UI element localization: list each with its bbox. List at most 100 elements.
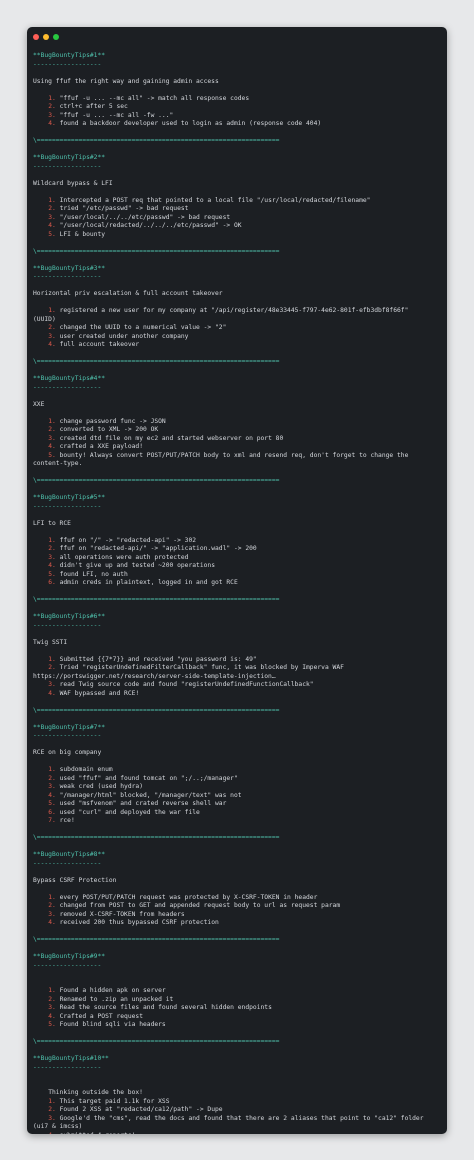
section-title: LFI to RCE <box>33 519 71 527</box>
list-item: 4. received 200 thus bypassed CSRF prote… <box>33 919 443 928</box>
list-text: "ffuf -u ... --mc all -fw ..." <box>59 111 174 119</box>
tip-heading: **BugBountyTips#8** <box>33 851 106 858</box>
section-separator: \=======================================… <box>33 1038 280 1045</box>
close-button[interactable] <box>33 34 39 40</box>
list-number: 5. <box>48 230 56 238</box>
list-text: tried "/etc/passwd" -> bad request <box>59 205 189 212</box>
list-number: 4. <box>48 1012 56 1020</box>
tip-heading: **BugBountyTips#7** <box>33 723 106 731</box>
list-number: 4. <box>48 222 56 229</box>
dash-underline: ------------------ <box>33 273 102 280</box>
list-item: 4. crafted a XXE payload! <box>33 443 443 452</box>
list-item: 2. used "ffuf" and found tomcat on ";/..… <box>33 775 443 784</box>
tip-heading: **BugBountyTips#6** <box>33 613 106 620</box>
list-item: 1. Submitted {{7*7}} and received "you p… <box>33 656 443 665</box>
list-number: 3. <box>48 1004 56 1011</box>
list-number: 3. <box>48 434 56 442</box>
list-item: 4. "/user/local/redacted/../../../etc/pa… <box>33 222 443 231</box>
list-number: 4. <box>48 1132 56 1135</box>
list-text: "/user/local/../../etc/passwd" -> bad re… <box>59 213 231 221</box>
section-title: Horizontal priv escalation & full accoun… <box>33 290 223 297</box>
list-number: 2. <box>48 324 56 331</box>
list-text: didn't give up and tested ~200 operation… <box>59 562 216 569</box>
list-number: 3. <box>48 910 56 918</box>
list-number: 3. <box>48 553 56 561</box>
list-text: ctrl+c after 5 sec <box>59 103 128 110</box>
list-number: 1. <box>48 307 56 314</box>
list-text: changed the UUID to a numerical value ->… <box>59 324 227 331</box>
list-text: removed X-CSRF-TOKEN from headers <box>59 910 185 918</box>
list-text: (ui7 & imcss) <box>33 1123 83 1130</box>
list-text: received 200 thus bypassed CSRF protecti… <box>59 919 219 926</box>
maximize-button[interactable] <box>53 34 59 40</box>
dash-underline: ------------------ <box>33 502 102 510</box>
title-bar <box>27 27 447 47</box>
list-number: 1. <box>48 655 56 663</box>
list-item: Thinking outside the box! <box>33 1089 443 1098</box>
list-number: 2. <box>48 205 56 212</box>
section-title: XXE <box>33 400 45 408</box>
list-number: 3. <box>48 681 56 688</box>
list-item: 6. admin creds in plaintext, logged in a… <box>33 579 443 588</box>
list-item: 3. removed X-CSRF-TOKEN from headers <box>33 911 443 920</box>
list-text: admin creds in plaintext, logged in and … <box>59 579 238 586</box>
list-item: (ui7 & imcss) <box>33 1123 443 1132</box>
list-number: 7. <box>48 817 56 824</box>
tip-heading: **BugBountyTips#3** <box>33 264 106 272</box>
list-item: 3. all operations were auth protected <box>33 554 443 563</box>
dash-underline: ------------------ <box>33 60 102 68</box>
list-text: https://portswigger.net/research/server-… <box>33 672 276 680</box>
section-title: Twig SSTI <box>33 638 68 646</box>
list-item: 4. didn't give up and tested ~200 operat… <box>33 562 443 571</box>
list-text: (UUID) <box>33 315 56 323</box>
list-number: 4. <box>48 791 56 799</box>
list-number: 4. <box>48 562 56 569</box>
list-item: 2. Tried "registerUndefinedFilterCallbac… <box>33 664 443 673</box>
section-separator: \=======================================… <box>33 247 280 255</box>
terminal-window: **BugBountyTips#1** ------------------ Usi… <box>27 27 447 1134</box>
list-text: content-type. <box>33 460 83 467</box>
list-text: Renamed to .zip an unpacked it <box>59 995 174 1003</box>
list-number: 1. <box>48 94 56 102</box>
list-text: ffuf on "/" -> "redacted-api" -> 302 <box>59 536 197 544</box>
list-number: 3. <box>48 213 56 221</box>
list-number: 3. <box>48 783 56 790</box>
list-number: 4. <box>48 689 56 697</box>
list-text: WAF bypassed and RCE! <box>59 689 140 697</box>
list-item: 1. change password func -> JSON <box>33 418 443 427</box>
list-number: 1. <box>48 766 56 773</box>
list-number: 4. <box>48 443 56 450</box>
list-item: 1. This target paid 1.1k for XSS <box>33 1098 443 1107</box>
list-text: Intercepted a POST req that pointed to a… <box>59 196 371 204</box>
tip-heading: **BugBountyTips#1** <box>33 52 106 59</box>
list-text: weak cred (used hydra) <box>59 783 143 790</box>
list-item: 1. Intercepted a POST req that pointed t… <box>33 197 443 206</box>
section-separator: \=======================================… <box>33 596 280 603</box>
list-text: every POST/PUT/PATCH request was protect… <box>59 893 318 901</box>
list-item: 1. ffuf on "/" -> "redacted-api" -> 302 <box>33 537 443 546</box>
list-item: 3. user created under another company <box>33 333 443 342</box>
section-separator: \=======================================… <box>33 706 280 714</box>
section-separator: \=======================================… <box>33 936 280 943</box>
tip-heading: **BugBountyTips#5** <box>33 494 106 501</box>
minimize-button[interactable] <box>43 34 49 40</box>
list-item: 2. changed from POST to GET and appended… <box>33 902 443 911</box>
list-text: Submitted {{7*7}} and received "you pass… <box>59 655 257 663</box>
list-text: "ffuf -u ... --mc all" -> match all resp… <box>59 94 250 102</box>
